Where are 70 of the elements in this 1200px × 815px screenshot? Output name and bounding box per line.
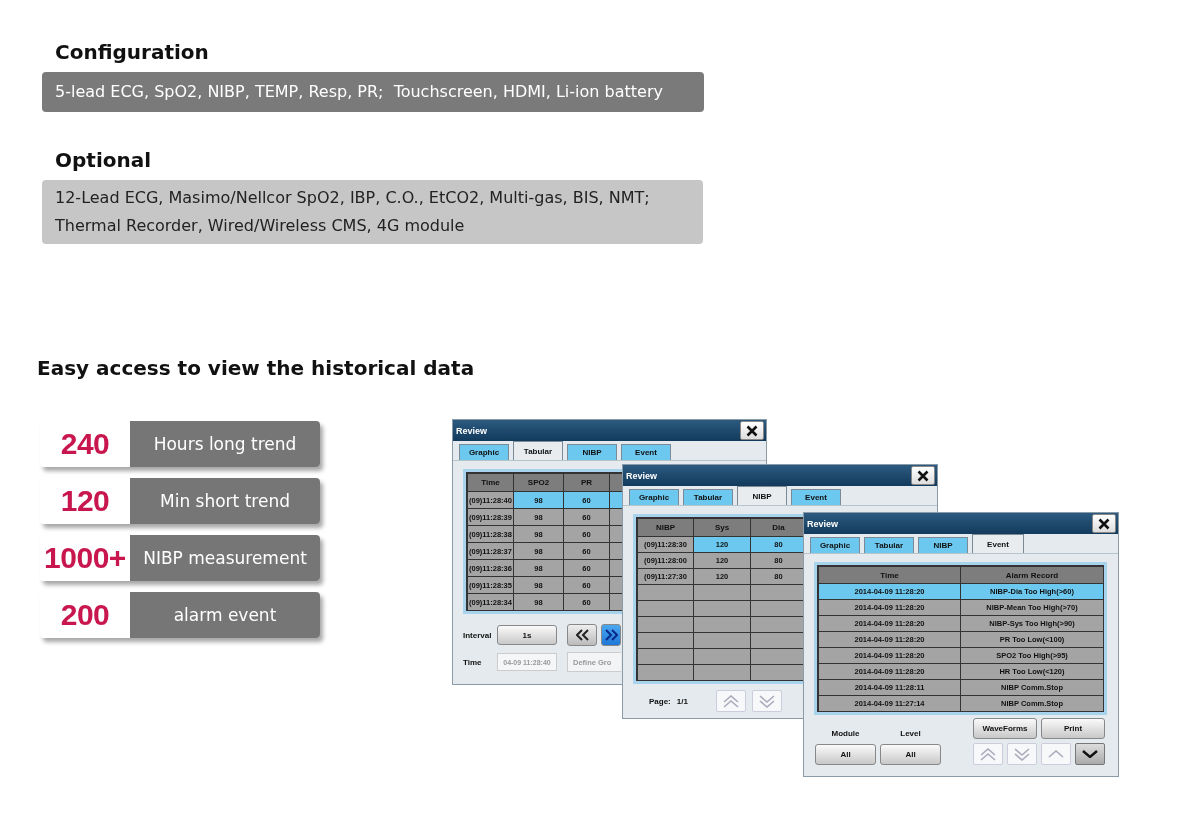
stat-label: NIBP measurement bbox=[130, 535, 320, 581]
interval-button[interactable]: 1s bbox=[497, 625, 557, 645]
column-header: Sys bbox=[694, 519, 751, 537]
window-title: Review bbox=[807, 518, 839, 529]
module-button[interactable]: All bbox=[815, 744, 876, 765]
tab[interactable]: Graphic bbox=[810, 537, 860, 553]
tab[interactable]: NIBP bbox=[918, 537, 968, 553]
action-button[interactable]: Print bbox=[1041, 718, 1105, 739]
close-button[interactable] bbox=[740, 421, 764, 440]
tab[interactable]: Tabular bbox=[513, 441, 563, 460]
close-icon bbox=[1098, 517, 1110, 530]
table-cell bbox=[694, 649, 751, 665]
level-button[interactable]: All bbox=[880, 744, 941, 765]
interval-label: Interval bbox=[463, 630, 493, 640]
time-label: Time bbox=[463, 657, 483, 667]
column-header: Time bbox=[468, 474, 514, 492]
page-number: 1/1 bbox=[676, 696, 688, 706]
optional-text: 12-Lead ECG, Masimo/Nellcor SpO2, IBP, C.O., EtCO2, Multi-gas, BIS, NMT; bbox=[55, 187, 651, 209]
tab[interactable]: NIBP bbox=[737, 486, 787, 505]
chevron-icon bbox=[722, 694, 739, 708]
chevron-icon bbox=[980, 747, 996, 761]
tab[interactable]: Graphic bbox=[459, 444, 509, 460]
double-chevron-icon bbox=[575, 629, 589, 641]
close-button[interactable] bbox=[911, 466, 935, 485]
column-header: PR bbox=[564, 474, 610, 492]
stat-label: Hours long trend bbox=[130, 421, 320, 467]
chevron-icon bbox=[1082, 750, 1098, 758]
section-heading: Optional bbox=[55, 147, 153, 174]
stat-label: alarm event bbox=[130, 592, 320, 638]
nav-button[interactable] bbox=[601, 624, 621, 646]
table-cell bbox=[694, 601, 751, 617]
module-label: Module bbox=[831, 729, 860, 738]
tab[interactable]: Event bbox=[972, 534, 1024, 553]
column-header: SPO2 bbox=[514, 474, 564, 492]
close-button[interactable] bbox=[1092, 514, 1116, 533]
table-cell bbox=[694, 617, 751, 633]
stat-label: Min short trend bbox=[130, 478, 320, 524]
column-header: Alarm Record bbox=[961, 567, 1104, 584]
table-cell bbox=[694, 585, 751, 601]
tab[interactable]: Event bbox=[791, 489, 841, 505]
page-label: Page: bbox=[649, 696, 671, 706]
tab[interactable]: NIBP bbox=[567, 444, 617, 460]
level-label: Level bbox=[900, 729, 921, 738]
tab[interactable]: Tabular bbox=[864, 537, 914, 553]
optional-text: Thermal Recorder, Wired/Wireless CMS, 4G module bbox=[55, 215, 466, 237]
stat-number: 1000+ bbox=[40, 535, 130, 581]
section-heading: Configuration bbox=[55, 39, 210, 66]
tab[interactable]: Graphic bbox=[629, 489, 679, 505]
nav-button[interactable] bbox=[1075, 743, 1105, 765]
action-button[interactable]: WaveForms bbox=[973, 718, 1037, 739]
double-chevron-icon bbox=[604, 629, 618, 641]
chevron-icon bbox=[1048, 750, 1064, 758]
column-header: NIBP bbox=[638, 519, 694, 537]
nav-button[interactable] bbox=[567, 624, 597, 646]
column-header: Time bbox=[819, 567, 961, 584]
table-cell bbox=[694, 633, 751, 649]
table-cell bbox=[694, 665, 751, 681]
tab[interactable]: Tabular bbox=[683, 489, 733, 505]
window-title: Review bbox=[456, 425, 488, 436]
stat-number: 240 bbox=[40, 421, 130, 467]
configuration-bar: 5-lead ECG, SpO2, NIBP, TEMP, Resp, PR; Touchscreen, HDMI, Li-ion battery bbox=[42, 72, 704, 112]
stat-number: 200 bbox=[40, 592, 130, 638]
chevron-icon bbox=[758, 694, 775, 708]
close-icon bbox=[917, 469, 929, 482]
tab[interactable]: Event bbox=[621, 444, 671, 460]
window-title: Review bbox=[626, 470, 658, 481]
section-heading: Easy access to view the historical data bbox=[37, 355, 476, 382]
stat-number: 120 bbox=[40, 478, 130, 524]
close-icon bbox=[746, 424, 758, 437]
chevron-icon bbox=[1014, 747, 1030, 761]
